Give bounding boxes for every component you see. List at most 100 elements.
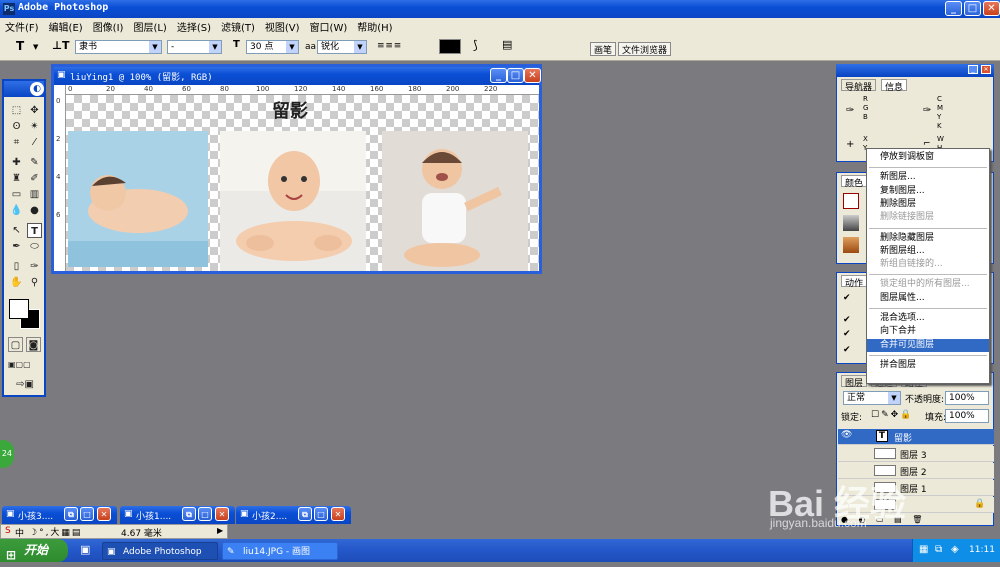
context-menu-item[interactable]: 图层属性... xyxy=(867,292,989,305)
jump-to-imageready-icon[interactable]: ⇨▣ xyxy=(10,377,40,392)
blend-mode-select[interactable]: 正常 ▼ xyxy=(843,391,901,405)
adobe-online-icon[interactable]: ◐ xyxy=(30,82,44,96)
palette-close-button[interactable]: ✕ xyxy=(981,65,991,74)
preset-dropdown-icon[interactable]: ▼ xyxy=(33,43,38,51)
menu-filter[interactable]: 滤镜(T) xyxy=(216,18,260,35)
move-tool-icon[interactable]: ✥ xyxy=(27,103,42,118)
context-menu-item[interactable]: 复制图层... xyxy=(867,185,989,198)
menu-select[interactable]: 选择(S) xyxy=(172,18,216,35)
restore-button[interactable]: ⧉ xyxy=(64,507,78,521)
minimize-button[interactable]: _ xyxy=(945,1,962,16)
notification-badge[interactable]: 24 xyxy=(0,440,14,468)
close-button[interactable]: ✕ xyxy=(983,1,1000,16)
align-buttons[interactable]: ≡ ≡ ≡ xyxy=(377,41,432,54)
no-color-swatch[interactable] xyxy=(843,193,859,209)
maximize-button[interactable]: □ xyxy=(964,1,981,16)
crop-tool-icon[interactable]: ⌗ xyxy=(9,135,24,150)
tab-color[interactable]: 颜色 xyxy=(841,175,868,189)
doc-maximize-button[interactable]: □ xyxy=(507,68,524,83)
close-button[interactable]: ✕ xyxy=(97,507,111,521)
dock-tab-file-browser[interactable]: 文件浏览器 xyxy=(618,42,672,56)
opacity-field[interactable]: 100% xyxy=(945,391,989,405)
slice-tool-icon[interactable]: ⁄ xyxy=(27,135,42,150)
pen-tool-icon[interactable]: ✒ xyxy=(9,239,24,254)
magic-wand-icon[interactable]: ✴ xyxy=(27,119,42,134)
tab-info[interactable]: 信息 xyxy=(881,79,908,93)
palettes-toggle-icon[interactable]: ▤ xyxy=(502,38,512,51)
context-menu-item[interactable]: 新图层... xyxy=(867,171,989,184)
checkmark-icon[interactable]: ✔ xyxy=(843,329,851,339)
orange-swatch[interactable] xyxy=(843,237,859,253)
context-menu-item[interactable]: 合并可见图层 xyxy=(867,338,989,352)
dock-tab-brushes[interactable]: 画笔 xyxy=(590,42,617,56)
shape-tool-icon[interactable]: ⬭ xyxy=(27,239,42,254)
minimized-window-3[interactable]: ▣ 小孩2.... ⧉ □ ✕ xyxy=(236,506,351,524)
menu-layer[interactable]: 图层(L) xyxy=(128,18,171,35)
blur-tool-icon[interactable]: 💧 xyxy=(9,203,24,218)
palette-minimize-button[interactable]: _ xyxy=(968,65,978,74)
type-tool-icon[interactable]: T xyxy=(27,223,42,238)
quickmask-mode-icon[interactable]: ◙ xyxy=(26,337,41,352)
image-canvas[interactable]: 留影 xyxy=(66,95,539,271)
tab-navigator[interactable]: 导航器 xyxy=(841,79,877,93)
menu-view[interactable]: 视图(V) xyxy=(260,18,305,35)
tray-network-icon[interactable]: ⧉ xyxy=(935,544,942,555)
close-button[interactable]: ✕ xyxy=(215,507,229,521)
doc-close-button[interactable]: ✕ xyxy=(524,68,541,83)
close-button[interactable]: ✕ xyxy=(331,507,345,521)
eye-icon[interactable]: 👁 xyxy=(841,430,852,440)
marquee-tool-icon[interactable]: ⬚ xyxy=(9,103,24,118)
font-family-select[interactable]: 隶书 ▼ xyxy=(75,40,162,54)
text-orientation-icon[interactable]: ⊥T xyxy=(52,39,70,52)
doc-minimize-button[interactable]: _ xyxy=(490,68,507,83)
lock-options[interactable]: ☐✎✥🔒 xyxy=(871,410,913,420)
context-menu-item[interactable]: 向下合并 xyxy=(867,325,989,338)
dodge-tool-icon[interactable]: ● xyxy=(27,203,42,218)
menu-help[interactable]: 帮助(H) xyxy=(352,18,397,35)
notes-tool-icon[interactable]: ▯ xyxy=(9,259,24,274)
antialias-select[interactable]: 锐化 ▼ xyxy=(317,40,367,54)
clone-stamp-icon[interactable]: ♜ xyxy=(9,171,24,186)
standard-mode-icon[interactable]: ▢ xyxy=(8,337,23,352)
checkmark-icon[interactable]: ✔ xyxy=(843,293,851,303)
status-arrow-icon[interactable]: ▶ xyxy=(217,526,223,535)
maximize-button[interactable]: □ xyxy=(198,507,212,521)
context-menu-item[interactable]: 新图层组... xyxy=(867,245,989,258)
menu-image[interactable]: 图像(I) xyxy=(88,18,129,35)
healing-brush-icon[interactable]: ✚ xyxy=(9,155,24,170)
fill-field[interactable]: 100% xyxy=(945,409,989,423)
checkmark-icon[interactable]: ✔ xyxy=(843,345,851,355)
text-color-swatch[interactable] xyxy=(439,39,461,54)
menu-window[interactable]: 窗口(W) xyxy=(305,18,353,35)
path-select-icon[interactable]: ↖ xyxy=(9,223,24,238)
eraser-tool-icon[interactable]: ▭ xyxy=(9,187,24,202)
hand-tool-icon[interactable]: ✋ xyxy=(9,275,24,290)
tray-volume-icon[interactable]: ◈ xyxy=(951,544,959,555)
start-button[interactable]: ⊞ 开始 xyxy=(0,539,68,562)
task-paint[interactable]: ✎ liu14.JPG - 画图 xyxy=(222,542,338,560)
zoom-tool-icon[interactable]: ⚲ xyxy=(27,275,42,290)
show-desktop-icon[interactable]: ▣ xyxy=(80,543,90,556)
brush-tool-icon[interactable]: ✎ xyxy=(27,155,42,170)
context-menu-item[interactable]: 停放到调板窗 xyxy=(867,151,989,164)
ime-mode[interactable]: 中 xyxy=(15,526,24,539)
tray-app-icon[interactable]: ▦ xyxy=(919,544,928,555)
ime-icon[interactable]: S xyxy=(5,526,11,536)
font-size-select[interactable]: 30 点 ▼ xyxy=(246,40,299,54)
eyedropper-icon[interactable]: ✑ xyxy=(27,259,42,274)
font-style-select[interactable]: - ▼ xyxy=(167,40,222,54)
history-brush-icon[interactable]: ✐ xyxy=(27,171,42,186)
tab-actions[interactable]: 动作 xyxy=(841,275,868,289)
maximize-button[interactable]: □ xyxy=(80,507,94,521)
context-menu-item[interactable]: 混合选项... xyxy=(867,312,989,325)
warp-text-icon[interactable]: ⟆ xyxy=(473,38,478,52)
restore-button[interactable]: ⧉ xyxy=(298,507,312,521)
screen-mode-icon[interactable]: ▣▢▢ xyxy=(8,357,31,372)
context-menu-item[interactable]: 拼合图层 xyxy=(867,359,989,372)
context-menu-item[interactable]: 删除图层 xyxy=(867,198,989,211)
checkmark-icon[interactable]: ✔ xyxy=(843,315,851,325)
minimized-window-1[interactable]: ▣ 小孩3.... ⧉ □ ✕ xyxy=(2,506,117,524)
menu-edit[interactable]: 编辑(E) xyxy=(44,18,88,35)
minimized-window-2[interactable]: ▣ 小孩1.... ⧉ □ ✕ xyxy=(120,506,235,524)
menu-file[interactable]: 文件(F) xyxy=(0,18,44,35)
